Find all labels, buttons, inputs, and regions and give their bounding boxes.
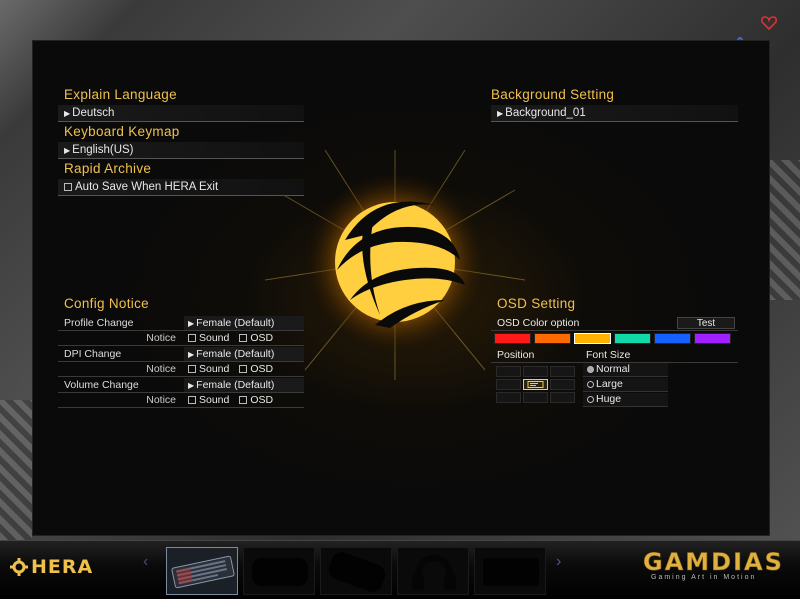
gamdias-center-logo [265,150,525,380]
keyboard-icon [171,555,235,589]
triangle-right-icon: ▶ [497,109,504,118]
font-size-huge-label: Huge [596,393,622,405]
dpi-change-voice-select[interactable]: ▶ Female (Default) [184,347,304,361]
radio-icon [587,395,594,403]
device-thumb-speaker[interactable] [474,547,546,595]
profile-notice-row: Notice Sound OSD [58,331,304,346]
notice-label: Notice [146,363,176,375]
triangle-right-icon: ▶ [188,349,195,359]
profile-change-row: Profile Change ▶ Female (Default) [58,316,304,331]
notice-label: Notice [146,394,176,406]
volume-notice-row: Notice Sound OSD [58,393,304,408]
background-setting-title: Background Setting [491,87,615,102]
device-thumb-headset[interactable] [397,547,469,595]
osd-label: OSD [250,332,274,344]
right-stripe-decoration [768,160,800,300]
font-size-large-label: Large [596,378,623,390]
osd-label: OSD [250,394,274,406]
auto-save-checkbox[interactable] [64,182,72,191]
sound-label: Sound [199,332,230,344]
position-bottom-left[interactable] [496,392,521,403]
background-select[interactable]: ▶ Background_01 [491,105,738,122]
triangle-right-icon: ▶ [64,109,71,118]
position-top-center[interactable] [523,366,548,377]
osd-color-red[interactable] [494,333,531,344]
osd-color-teal[interactable] [614,333,651,344]
triangle-right-icon: ▶ [188,318,195,328]
auto-save-checkbox-row[interactable]: Auto Save When HERA Exit [58,179,304,196]
position-bottom-center[interactable] [523,392,548,403]
profile-change-label: Profile Change [64,317,134,329]
osd-color-option-row: OSD Color option Test [491,316,738,331]
explain-language-value: Deutsch [72,107,115,119]
auto-save-label: Auto Save When HERA Exit [75,181,219,193]
osd-setting-title: OSD Setting [497,296,576,311]
volume-osd-checkbox[interactable]: OSD [239,394,273,406]
hera-product-name: HERA [31,556,94,578]
osd-color-amber[interactable] [574,333,611,344]
explain-language-select[interactable]: ▶ Deutsch [58,105,304,122]
gamdias-logo: GAMDIAS Gaming Art in Motion [643,548,783,581]
volume-change-voice-select[interactable]: ▶ Female (Default) [184,378,304,392]
hera-logo: HERA [10,556,93,578]
device-thumb-mouse[interactable] [320,547,392,595]
osd-label: OSD [250,363,274,375]
keyboard-keymap-value: English(US) [72,144,134,156]
volume-change-row: Volume Change ▶ Female (Default) [58,378,304,393]
profile-change-voice: Female (Default) [196,317,275,329]
font-size-large[interactable]: Large [583,378,668,392]
radio-selected-icon [587,365,594,373]
hera-gear-icon [10,558,28,576]
explain-language-title: Explain Language [64,87,177,102]
profile-change-voice-select[interactable]: ▶ Female (Default) [184,316,304,330]
scroll-right-arrow[interactable]: › [556,553,561,571]
font-size-normal-label: Normal [596,363,630,375]
test-button[interactable]: Test [677,317,735,329]
font-size-huge[interactable]: Huge [583,393,668,407]
dpi-change-voice: Female (Default) [196,348,275,360]
profile-osd-checkbox[interactable]: OSD [239,332,273,344]
left-stripe-decoration [0,400,32,540]
device-thumb-mouse-pad[interactable] [243,547,315,595]
volume-change-label: Volume Change [64,379,139,391]
font-size-normal[interactable]: Normal [583,363,668,377]
scroll-left-arrow[interactable]: ‹ [143,553,148,571]
heart-icon[interactable] [760,14,778,32]
triangle-right-icon: ▶ [188,380,195,390]
radio-icon [587,380,594,388]
position-top-left[interactable] [496,366,521,377]
osd-color-orange[interactable] [534,333,571,344]
osd-color-blue[interactable] [654,333,691,344]
profile-sound-checkbox[interactable]: Sound [188,332,229,344]
volume-change-voice: Female (Default) [196,379,275,391]
device-thumb-keyboard[interactable] [166,547,238,595]
osd-position-selected-icon [527,381,544,388]
position-middle-right[interactable] [550,379,575,390]
rapid-archive-title: Rapid Archive [64,161,152,176]
triangle-right-icon: ▶ [64,146,71,155]
font-size-label: Font Size [586,349,631,361]
dpi-change-label: DPI Change [64,348,122,360]
osd-color-purple[interactable] [694,333,731,344]
position-label: Position [497,349,535,361]
position-middle-left[interactable] [496,379,521,390]
dpi-change-row: DPI Change ▶ Female (Default) [58,347,304,362]
config-notice-title: Config Notice [64,296,149,311]
dpi-osd-checkbox[interactable]: OSD [239,363,273,375]
sound-label: Sound [199,363,230,375]
volume-sound-checkbox[interactable]: Sound [188,394,229,406]
notice-label: Notice [146,332,176,344]
background-value: Background_01 [505,107,586,119]
keyboard-keymap-title: Keyboard Keymap [64,124,180,139]
sound-label: Sound [199,394,230,406]
position-top-right[interactable] [550,366,575,377]
gamdias-wordmark: GAMDIAS [643,548,784,577]
osd-color-option-label: OSD Color option [497,317,580,329]
dpi-notice-row: Notice Sound OSD [58,362,304,377]
headset-icon [412,554,456,590]
position-middle-center[interactable] [523,379,548,390]
position-bottom-right[interactable] [550,392,575,403]
keyboard-keymap-select[interactable]: ▶ English(US) [58,142,304,159]
dpi-sound-checkbox[interactable]: Sound [188,363,229,375]
